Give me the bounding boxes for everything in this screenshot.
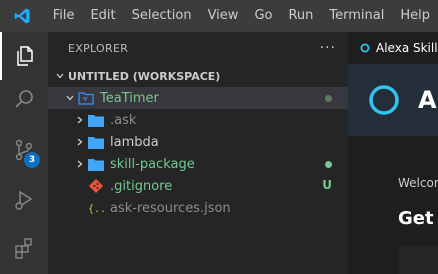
menu-help[interactable]: Help [392,0,438,32]
git-untracked-decoration: U [322,178,332,192]
run-debug-activity-button[interactable] [0,176,48,224]
explorer-header: EXPLORER ··· [48,32,348,64]
chevron-right-icon [72,134,88,150]
content-card [398,246,438,274]
activity-bar: 3 [0,32,48,274]
tree-item-skill-package[interactable]: skill-package [48,153,348,175]
more-actions-icon[interactable]: ··· [320,40,336,56]
menu-selection[interactable]: Selection [124,0,200,32]
chevron-right-icon [72,112,88,128]
menu-file[interactable]: File [45,0,83,32]
alexa-icon [360,43,370,53]
tree-item-gitignore[interactable]: .gitignore U [48,175,348,197]
git-status-dot [325,161,332,168]
tree-item-teatimer[interactable]: TeaTimer [48,87,348,109]
menu-edit[interactable]: Edit [82,0,123,32]
tree-item-label: lambda [110,134,159,150]
title-bar: File Edit Selection View Go Run Terminal… [0,0,438,32]
chevron-down-icon [62,90,78,106]
tab-label: Alexa Skill [376,41,438,55]
editor-area: Alexa Skill Al Welcor Get s [348,32,438,274]
get-started-heading: Get s [398,208,438,229]
tree-item-label: .gitignore [110,178,173,194]
menu-terminal[interactable]: Terminal [321,0,392,32]
tree-item-ask-resources-json[interactable]: {..} ask-resources.json [48,197,348,219]
scm-count-badge: 3 [24,152,40,168]
menu-run[interactable]: Run [280,0,321,32]
git-status-dot [325,95,332,102]
search-icon [15,90,33,108]
tree-item-label: .ask [110,112,137,128]
explorer-activity-button[interactable] [0,32,48,80]
extensions-activity-button[interactable] [0,224,48,272]
menu-go[interactable]: Go [246,0,280,32]
banner-title: Al [418,86,438,114]
welcome-text: Welcor [398,176,438,190]
alexa-banner: Al [348,64,438,136]
git-file-icon [88,178,104,194]
files-icon [17,46,33,66]
search-activity-button[interactable] [0,76,48,124]
folder-icon [88,156,104,172]
alexa-logo-icon [369,85,399,115]
chevron-down-icon [52,68,68,84]
root-folder-icon [78,90,94,106]
run-debug-icon [15,190,33,210]
alexa-webview: Al Welcor Get s [348,64,438,274]
source-control-activity-button[interactable] [0,126,48,174]
tree-item-ask[interactable]: .ask [48,109,348,131]
folder-icon [88,112,104,128]
json-file-icon: {..} [88,200,104,216]
workspace-section-header[interactable]: UNTITLED (WORKSPACE) [48,65,348,87]
svg-text:{..}: {..} [88,204,104,215]
chevron-right-icon [72,156,88,172]
tab-alexa-skill[interactable]: Alexa Skill [348,32,438,64]
folder-icon [88,134,104,150]
workspace-title: UNTITLED (WORKSPACE) [68,69,221,83]
tree-item-label: TeaTimer [100,90,159,106]
tree-item-lambda[interactable]: lambda [48,131,348,153]
explorer-title: EXPLORER [68,41,129,55]
explorer-sidebar: EXPLORER ··· UNTITLED (WORKSPACE) TeaTim… [48,32,348,274]
menu-view[interactable]: View [200,0,247,32]
tab-bar: Alexa Skill [348,32,438,64]
menu-bar: File Edit Selection View Go Run Terminal… [45,0,438,32]
tree-item-label: ask-resources.json [110,200,231,216]
vscode-window: File Edit Selection View Go Run Terminal… [0,0,438,274]
tree-item-label: skill-package [110,156,195,172]
extensions-icon [15,238,32,259]
vscode-logo-icon [0,0,45,32]
